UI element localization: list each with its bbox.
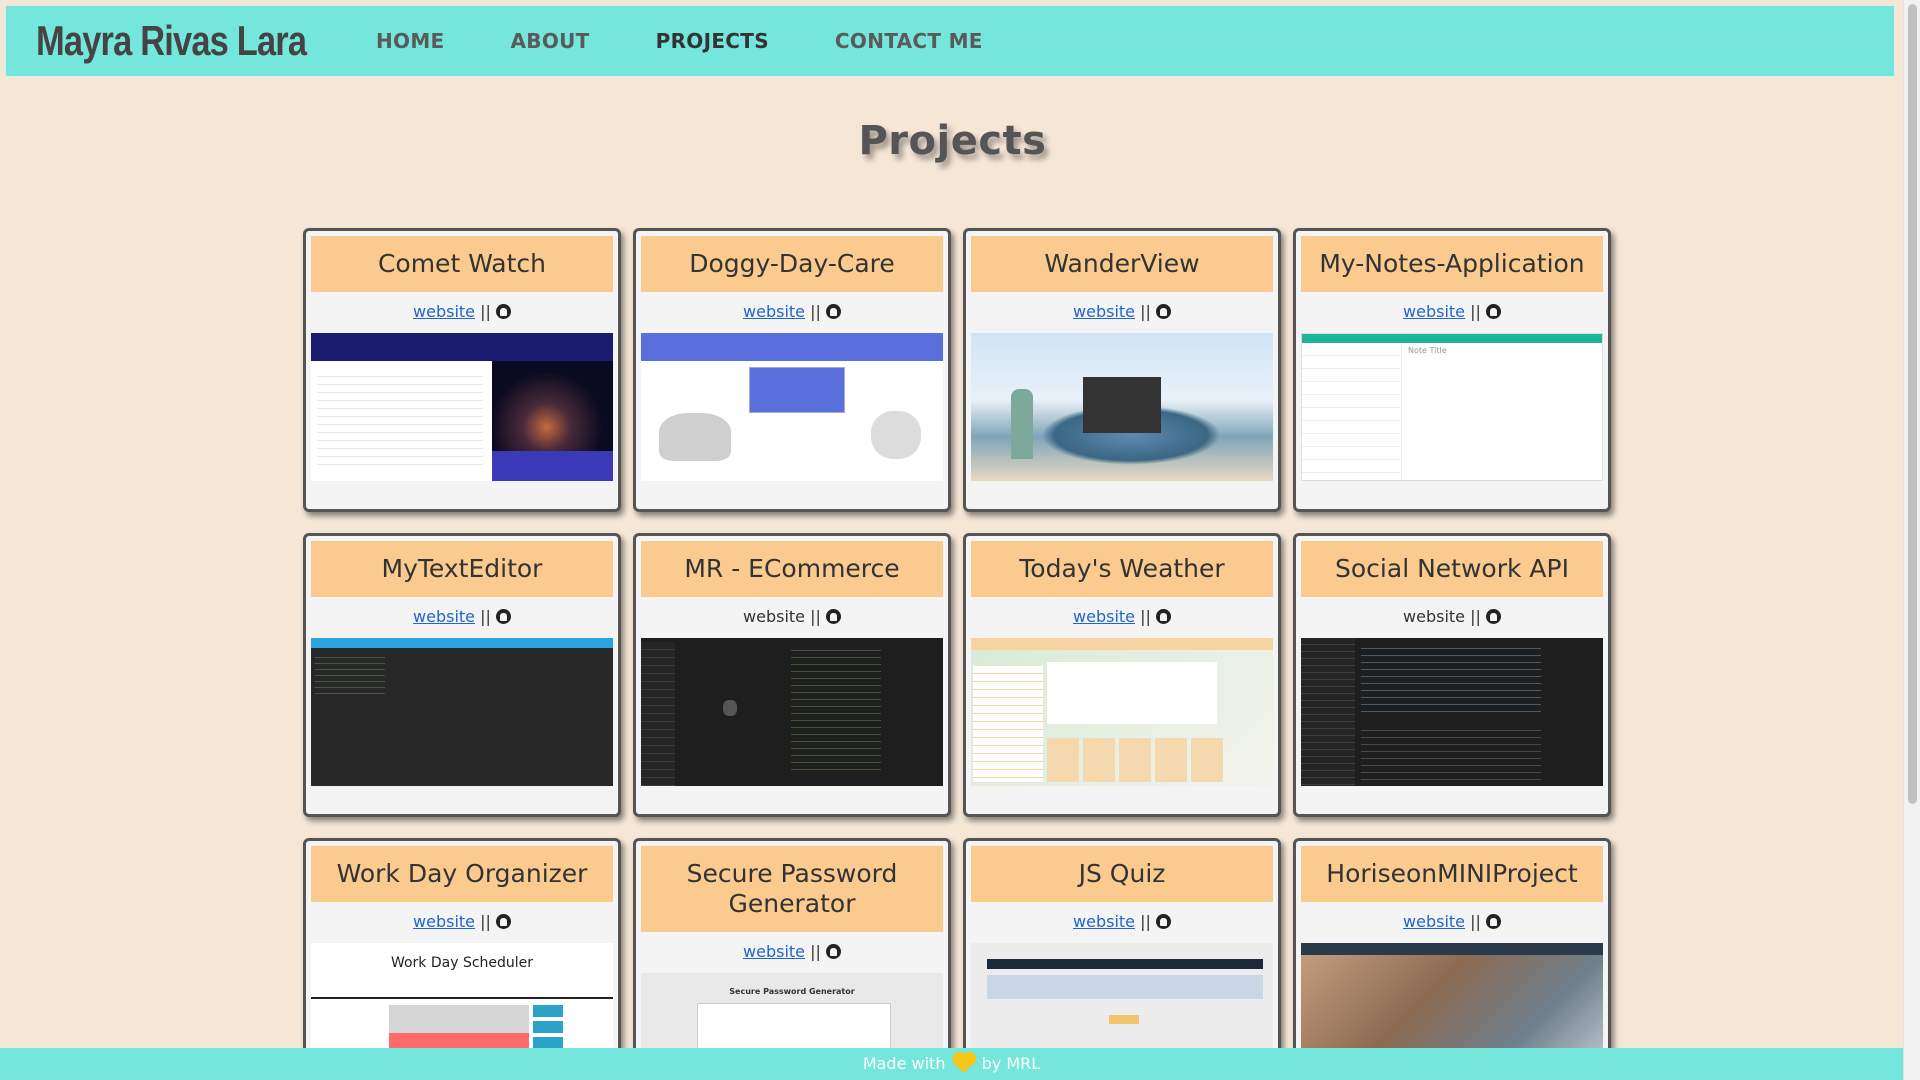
project-card-social-network-api: Social Network API website ||: [1293, 533, 1611, 817]
github-icon[interactable]: [495, 304, 511, 319]
project-links: website ||: [1301, 607, 1603, 627]
project-card-mr-ecommerce: MR - ECommerce website ||: [633, 533, 951, 817]
nav-projects-link[interactable]: PROJECTS: [656, 29, 769, 53]
github-icon[interactable]: [825, 609, 841, 624]
project-title: HoriseonMINIProject: [1301, 846, 1603, 902]
project-screenshot: [971, 333, 1273, 481]
project-links: website ||: [971, 912, 1273, 932]
project-links: website ||: [641, 607, 943, 627]
project-links: website ||: [1301, 912, 1603, 932]
brand-name[interactable]: Mayra Rivas Lara: [36, 17, 307, 65]
website-link[interactable]: website: [1073, 607, 1135, 626]
link-separator: ||: [480, 607, 491, 626]
project-links: website ||: [971, 302, 1273, 322]
project-title: Secure Password Generator: [641, 846, 943, 932]
project-screenshot: [311, 638, 613, 786]
project-title: Social Network API: [1301, 541, 1603, 597]
project-title: MyTextEditor: [311, 541, 613, 597]
heart-icon: [954, 1053, 974, 1074]
project-title: WanderView: [971, 236, 1273, 292]
project-screenshot: [641, 638, 943, 786]
website-link[interactable]: website: [743, 942, 805, 961]
project-card-work-day-organizer: Work Day Organizer website || Work Day S…: [303, 838, 621, 1080]
project-card-my-notes-application: My-Notes-Application website || Note Tit…: [1293, 228, 1611, 512]
project-card-todays-weather: Today's Weather website ||: [963, 533, 1281, 817]
project-links: website ||: [311, 912, 613, 932]
website-link[interactable]: website: [1403, 302, 1465, 321]
project-card-js-quiz: JS Quiz website ||: [963, 838, 1281, 1080]
project-links: website ||: [641, 302, 943, 322]
screenshot-title: Work Day Scheduler: [390, 955, 534, 971]
page-footer: Made with by MRL: [0, 1048, 1903, 1080]
website-text: website: [1403, 607, 1465, 626]
github-icon[interactable]: [495, 609, 511, 624]
footer-made-with: Made with: [862, 1054, 946, 1073]
page-scrollbar[interactable]: [1903, 0, 1920, 1080]
project-links: website ||: [311, 607, 613, 627]
github-icon[interactable]: [1155, 304, 1171, 319]
project-title: Today's Weather: [971, 541, 1273, 597]
project-links: website ||: [1301, 302, 1603, 322]
github-icon[interactable]: [1485, 609, 1501, 624]
project-title: MR - ECommerce: [641, 541, 943, 597]
link-separator: ||: [1470, 607, 1481, 626]
github-icon[interactable]: [825, 304, 841, 319]
project-title: Work Day Organizer: [311, 846, 613, 902]
top-navbar: Mayra Rivas Lara HOME ABOUT PROJECTS CON…: [5, 5, 1895, 77]
project-card-secure-password-generator: Secure Password Generator website || Sec…: [633, 838, 951, 1080]
website-link[interactable]: website: [743, 302, 805, 321]
nav-links: HOME ABOUT PROJECTS CONTACT ME: [376, 29, 1049, 53]
project-links: website ||: [971, 607, 1273, 627]
project-title: Comet Watch: [311, 236, 613, 292]
link-separator: ||: [810, 607, 821, 626]
project-card-mytexteditor: MyTextEditor website ||: [303, 533, 621, 817]
project-links: website ||: [311, 302, 613, 322]
page-title: Projects: [858, 118, 1047, 164]
project-screenshot: [311, 333, 613, 481]
link-separator: ||: [1140, 912, 1151, 931]
project-screenshot: Note Title: [1301, 333, 1603, 481]
project-title: JS Quiz: [971, 846, 1273, 902]
project-card-comet-watch: Comet Watch website ||: [303, 228, 621, 512]
link-separator: ||: [1470, 302, 1481, 321]
nav-home-link[interactable]: HOME: [376, 29, 445, 53]
project-card-doggy-day-care: Doggy-Day-Care website ||: [633, 228, 951, 512]
project-links: website ||: [641, 942, 943, 962]
link-separator: ||: [1470, 912, 1481, 931]
website-link[interactable]: website: [1073, 912, 1135, 931]
website-link[interactable]: website: [413, 607, 475, 626]
github-icon[interactable]: [495, 914, 511, 929]
project-screenshot: [971, 638, 1273, 786]
scrollbar-thumb[interactable]: [1908, 4, 1917, 804]
link-separator: ||: [1140, 607, 1151, 626]
website-link[interactable]: website: [1403, 912, 1465, 931]
link-separator: ||: [810, 302, 821, 321]
footer-by: by MRL: [981, 1054, 1041, 1073]
github-icon[interactable]: [1485, 914, 1501, 929]
nav-contact-link[interactable]: CONTACT ME: [835, 29, 983, 53]
project-card-horiseon-mini-project: HoriseonMINIProject website ||: [1293, 838, 1611, 1080]
website-link[interactable]: website: [413, 912, 475, 931]
screenshot-note-title: Note Title: [1408, 346, 1447, 355]
project-screenshot: [1301, 638, 1603, 786]
website-link[interactable]: website: [413, 302, 475, 321]
link-separator: ||: [480, 302, 491, 321]
github-icon[interactable]: [1155, 914, 1171, 929]
project-card-wanderview: WanderView website ||: [963, 228, 1281, 512]
link-separator: ||: [810, 942, 821, 961]
github-icon[interactable]: [1155, 609, 1171, 624]
screenshot-title: Secure Password Generator: [729, 987, 855, 996]
link-separator: ||: [1140, 302, 1151, 321]
github-icon[interactable]: [825, 944, 841, 959]
projects-grid: Comet Watch website || Doggy-Day-Care we…: [303, 228, 1611, 1080]
nav-about-link[interactable]: ABOUT: [511, 29, 590, 53]
github-icon[interactable]: [1485, 304, 1501, 319]
website-text: website: [743, 607, 805, 626]
project-screenshot: [641, 333, 943, 481]
project-title: Doggy-Day-Care: [641, 236, 943, 292]
link-separator: ||: [480, 912, 491, 931]
website-link[interactable]: website: [1073, 302, 1135, 321]
project-title: My-Notes-Application: [1301, 236, 1603, 292]
